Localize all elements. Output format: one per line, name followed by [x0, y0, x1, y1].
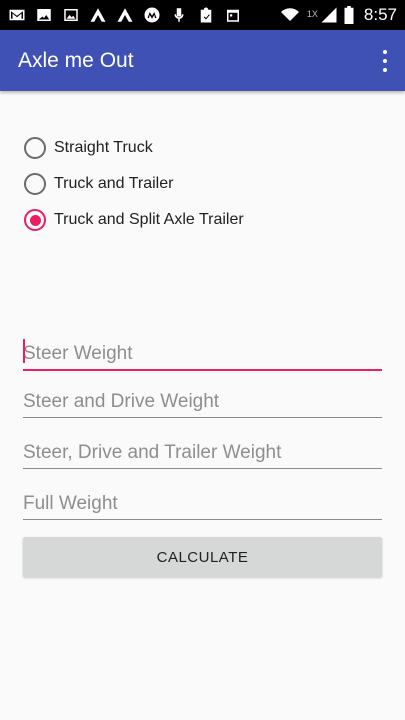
steer-drive-weight-field-container	[23, 378, 382, 418]
notification-icons	[8, 6, 242, 24]
wifi-icon	[279, 6, 301, 24]
radio-label: Truck and Split Axle Trailer	[54, 211, 244, 228]
steer-drive-trailer-weight-input[interactable]	[23, 442, 382, 464]
radio-option-truck-and-trailer[interactable]: Truck and Trailer	[24, 166, 244, 202]
status-bar: 1X 8:57	[0, 0, 405, 30]
radio-option-split-axle-trailer[interactable]: Truck and Split Axle Trailer	[24, 202, 244, 238]
radio-label: Truck and Trailer	[54, 175, 174, 192]
steer-drive-weight-input[interactable]	[23, 391, 382, 413]
clock: 8:57	[363, 5, 397, 24]
photo-icon	[35, 6, 53, 24]
radio-button[interactable]	[24, 173, 46, 195]
gmail-icon	[8, 6, 26, 24]
radio-button-selected[interactable]	[24, 209, 46, 231]
app-bar: Axle me Out	[0, 30, 405, 91]
radio-label: Straight Truck	[54, 139, 153, 156]
app-a2-icon	[116, 6, 134, 24]
steer-drive-trailer-weight-field-container	[23, 429, 382, 469]
radio-option-straight-truck[interactable]: Straight Truck	[24, 130, 244, 166]
signal-icon	[320, 6, 338, 24]
steer-weight-field-container	[23, 331, 382, 371]
system-icons: 1X 8:57	[279, 5, 397, 25]
network-type-label: 1X	[306, 9, 318, 19]
battery-icon	[344, 6, 354, 24]
full-weight-field-container	[23, 480, 382, 520]
steer-weight-input[interactable]	[23, 343, 382, 365]
truck-type-radio-group: Straight Truck Truck and Trailer Truck a…	[24, 130, 244, 238]
full-weight-input[interactable]	[23, 493, 382, 515]
more-vert-icon[interactable]	[377, 50, 393, 72]
calendar-icon	[224, 6, 242, 24]
app-a-icon	[89, 6, 107, 24]
radio-button[interactable]	[24, 137, 46, 159]
motorola-icon	[143, 6, 161, 24]
text-cursor	[23, 339, 25, 363]
image-icon	[62, 6, 80, 24]
app-title: Axle me Out	[18, 48, 134, 72]
clipboard-icon	[197, 6, 215, 24]
calculate-button[interactable]: CALCULATE	[23, 537, 382, 577]
mic-icon	[170, 6, 188, 24]
